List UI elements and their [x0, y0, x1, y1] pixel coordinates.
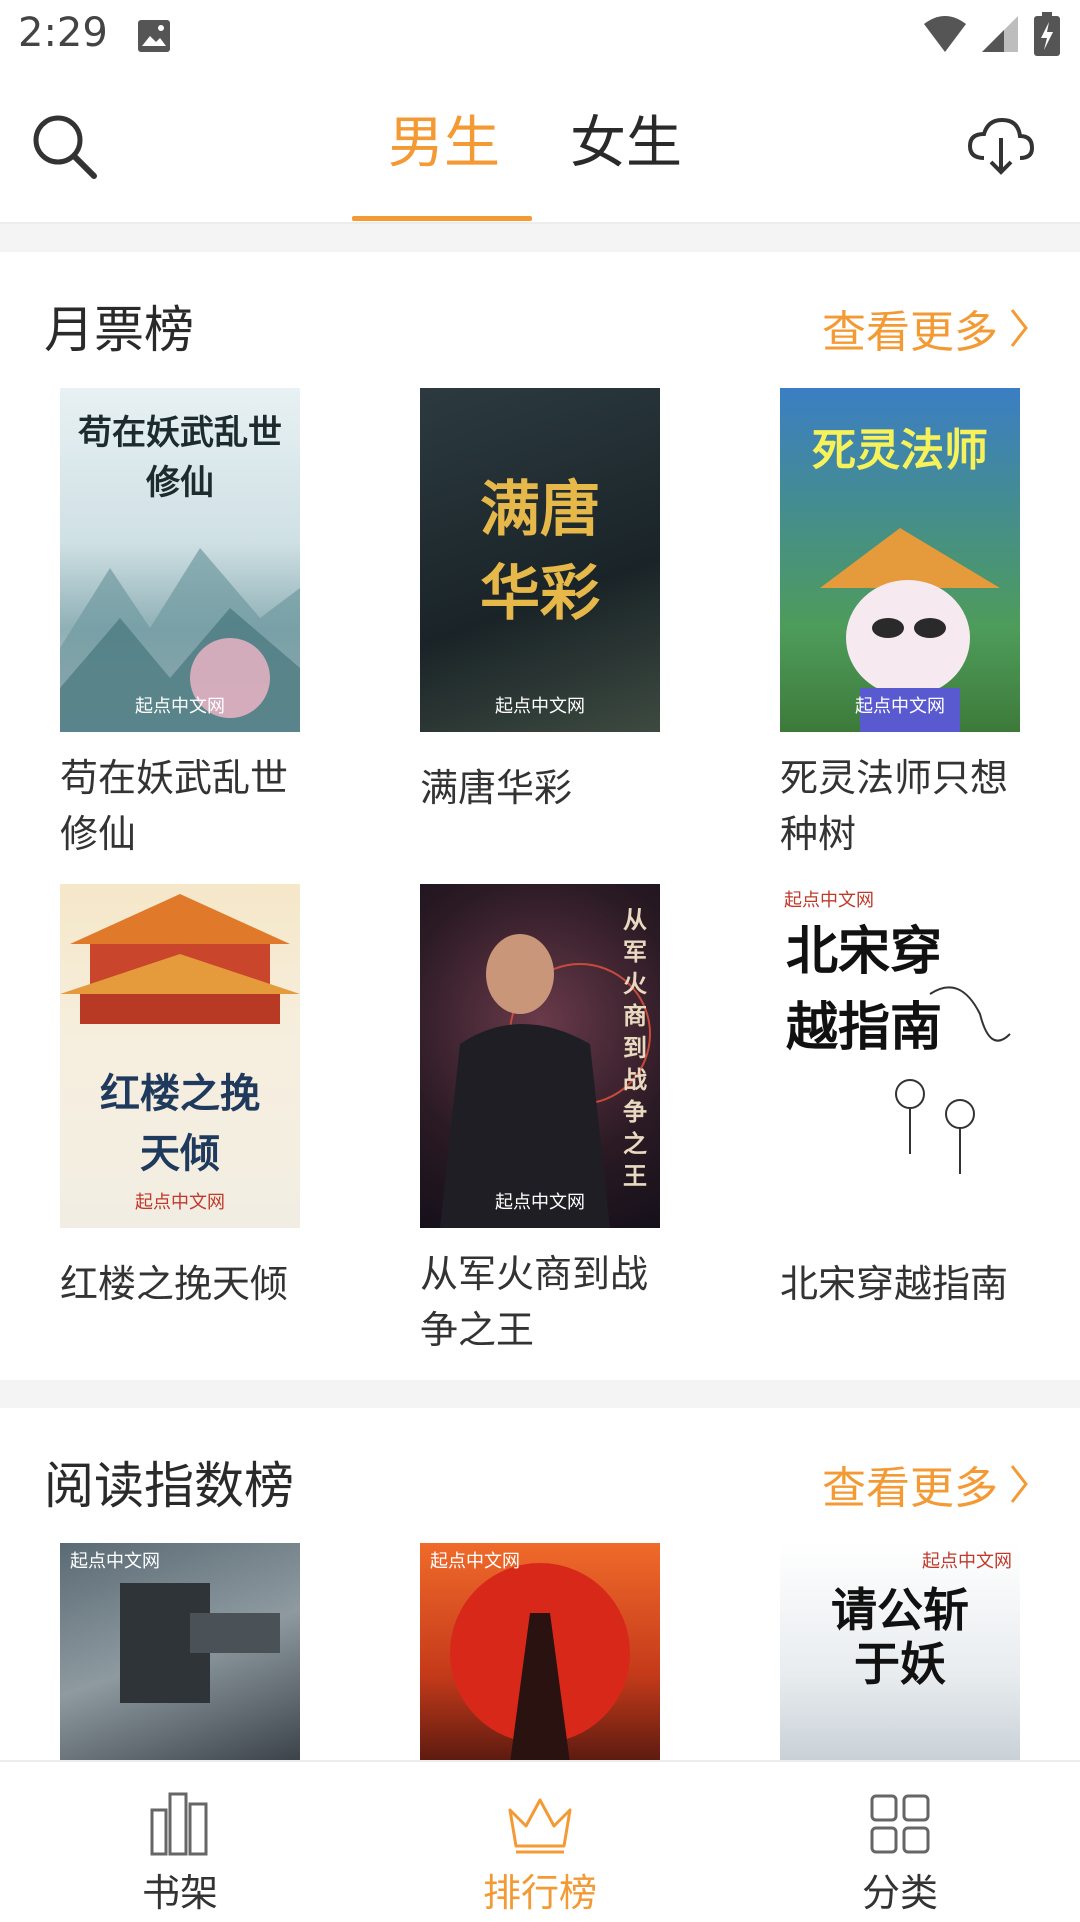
battery-charging-icon [1034, 12, 1060, 56]
nav-label: 书架 [141, 1871, 218, 1915]
cover-title-text: 从军火商到战争之王 [623, 905, 647, 1190]
book-item[interactable]: 红楼之挽天倾 起点中文网 红楼之挽天倾 [60, 884, 300, 1312]
see-more-label: 查看更多 [822, 307, 998, 358]
cover-title-text: 请公斩于妖 [831, 1583, 969, 1691]
search-icon[interactable] [30, 112, 100, 182]
book-item[interactable]: 苟在妖武乱世修仙 起点中文网 苟在妖武乱世修仙 [60, 388, 300, 862]
book-cover[interactable]: 死灵法师 起点中文网 [780, 388, 1020, 732]
status-time: 2:29 [18, 10, 108, 56]
nav-ranking[interactable]: 排行榜 [440, 1762, 640, 1922]
book-item[interactable]: 请公斩于妖 起点中文网 [780, 1543, 1020, 1763]
book-item[interactable]: 死灵法师 起点中文网 死灵法师只想种树 [780, 388, 1020, 862]
status-bar: 2:29 [0, 0, 1080, 72]
nav-category[interactable]: 分类 [800, 1762, 1000, 1922]
book-item[interactable]: 北宋穿越指南 起点中文网 北宋穿越指南 [780, 884, 1020, 1312]
see-more-label: 查看更多 [822, 1463, 998, 1514]
nav-label: 分类 [861, 1871, 938, 1915]
see-more-link[interactable]: 查看更多 [822, 1452, 1030, 1516]
tab-female[interactable]: 女生 [570, 104, 682, 184]
cover-brand: 起点中文网 [922, 1551, 1012, 1572]
book-title[interactable]: 红楼之挽天倾 [60, 1256, 300, 1312]
book-item[interactable]: 起点中文网 [60, 1543, 300, 1763]
see-more-link[interactable]: 查看更多 [822, 296, 1030, 360]
cover-brand: 起点中文网 [70, 1551, 160, 1572]
cloud-download-icon[interactable] [966, 116, 1036, 176]
palace-illustration [60, 894, 300, 1024]
active-tab-indicator [352, 216, 532, 221]
cover-title-text: 死灵法师 [812, 425, 988, 476]
book-cover[interactable]: 满唐华彩 起点中文网 [420, 388, 660, 732]
book-cover[interactable]: 红楼之挽天倾 起点中文网 [60, 884, 300, 1228]
cover-brand: 起点中文网 [784, 890, 874, 911]
section-divider [0, 224, 1080, 252]
grid-icon [870, 1794, 930, 1854]
section-title-monthly-ticket: 月票榜 [44, 301, 194, 359]
cover-brand: 起点中文网 [855, 696, 945, 717]
mech-illustration [120, 1583, 280, 1703]
chevron-right-icon [1010, 309, 1028, 347]
section-divider [0, 1380, 1080, 1408]
book-title[interactable]: 满唐华彩 [420, 760, 660, 816]
book-cover[interactable]: 苟在妖武乱世修仙 起点中文网 [60, 388, 300, 732]
book-item[interactable]: 从军火商到战争之王 起点中文网 从军火商到战争之王 [420, 884, 660, 1358]
wifi-icon [924, 16, 966, 52]
tab-male[interactable]: 男生 [388, 104, 500, 184]
book-title[interactable]: 死灵法师只想种树 [780, 750, 1020, 862]
cover-title-text: 北宋穿越指南 [786, 921, 943, 1058]
bookshelf-icon [150, 1792, 208, 1856]
sun-figure-illustration [450, 1563, 630, 1763]
section-title-reading-index: 阅读指数榜 [44, 1457, 294, 1515]
cover-title-text: 满唐华彩 [480, 475, 600, 629]
book-item[interactable]: 起点中文网 [420, 1543, 660, 1763]
book-title[interactable]: 从军火商到战争之王 [420, 1246, 660, 1358]
book-cover[interactable]: 北宋穿越指南 起点中文网 [780, 884, 1020, 1228]
cover-title-text: 红楼之挽天倾 [100, 1070, 260, 1177]
chevron-right-icon [1010, 1465, 1028, 1503]
crown-icon [508, 1798, 572, 1854]
book-title[interactable]: 北宋穿越指南 [780, 1256, 1020, 1312]
book-item[interactable]: 满唐华彩 起点中文网 满唐华彩 [420, 388, 660, 816]
book-cover[interactable]: 从军火商到战争之王 起点中文网 [420, 884, 660, 1228]
cover-brand: 起点中文网 [495, 696, 585, 717]
cover-brand: 起点中文网 [430, 1551, 520, 1572]
cover-title-text: 苟在妖武乱世修仙 [78, 413, 282, 503]
book-cover[interactable]: 起点中文网 [420, 1543, 660, 1763]
nav-bookshelf[interactable]: 书架 [80, 1762, 280, 1922]
book-cover[interactable]: 起点中文网 [60, 1543, 300, 1763]
cover-brand: 起点中文网 [135, 1192, 225, 1213]
nav-label: 排行榜 [482, 1871, 597, 1915]
cover-brand: 起点中文网 [135, 696, 225, 717]
book-cover[interactable]: 请公斩于妖 起点中文网 [780, 1543, 1020, 1763]
top-header: 男生 女生 [0, 72, 1080, 224]
book-title[interactable]: 苟在妖武乱世修仙 [60, 750, 300, 862]
bottom-navigation: 书架 排行榜 分类 [0, 1760, 1080, 1922]
cover-brand: 起点中文网 [495, 1192, 585, 1213]
signal-icon [982, 16, 1018, 52]
image-notification-icon [138, 20, 170, 52]
